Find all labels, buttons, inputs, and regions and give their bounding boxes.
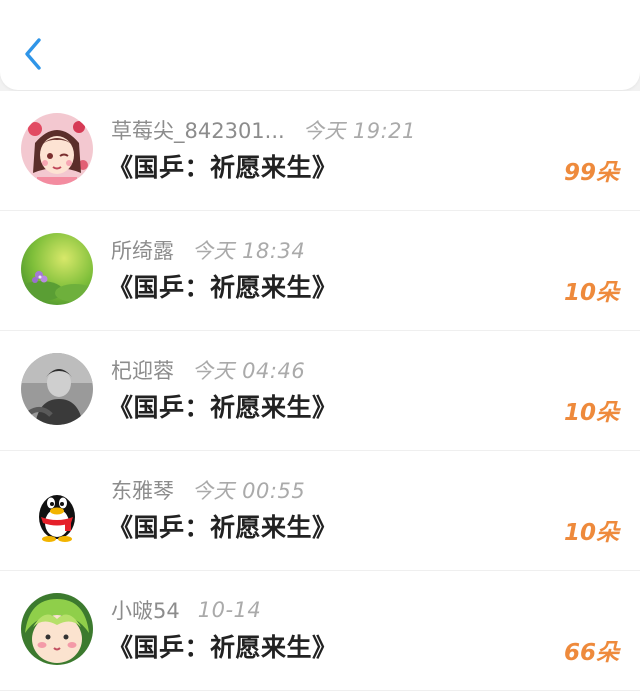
person-photo-avatar[interactable]: [21, 353, 93, 425]
list-item[interactable]: 杞迎蓉 今天 04:46 《国乒：祈愿来生》 10朵: [0, 331, 640, 451]
record-meta: 杞迎蓉 今天 04:46: [111, 356, 305, 384]
flower-amount: 10朵: [563, 520, 619, 546]
timestamp: 10-14: [197, 598, 262, 622]
back-button[interactable]: [14, 32, 54, 76]
list-item[interactable]: 东雅琴 今天 00:55 《国乒：祈愿来生》 10朵: [0, 451, 640, 571]
work-title[interactable]: 《国乒：祈愿来生》: [108, 628, 338, 664]
top-bar: [0, 0, 640, 90]
timestamp: 今天 04:46: [192, 359, 306, 383]
flower-amount: 10朵: [563, 400, 619, 426]
user-name[interactable]: 所绮露: [111, 235, 174, 265]
timestamp: 今天 00:55: [192, 479, 306, 503]
timestamp: 今天 19:21: [302, 119, 416, 143]
user-name[interactable]: 小啵54: [111, 595, 180, 625]
work-title[interactable]: 《国乒：祈愿来生》: [108, 268, 338, 304]
flower-amount: 99朵: [563, 160, 619, 186]
qq-penguin-avatar[interactable]: [21, 473, 93, 545]
list-item[interactable]: 草莓尖_842301... 今天 19:21 《国乒：祈愿来生》 99朵: [0, 91, 640, 211]
record-meta: 草莓尖_842301... 今天 19:21: [111, 116, 416, 144]
flower-amount: 66朵: [563, 640, 619, 666]
work-title[interactable]: 《国乒：祈愿来生》: [108, 508, 338, 544]
list-item[interactable]: 所绮露 今天 18:34 《国乒：祈愿来生》 10朵: [0, 211, 640, 331]
anime-girl-avatar[interactable]: [21, 113, 93, 185]
user-name[interactable]: 东雅琴: [111, 475, 174, 505]
timestamp: 今天 18:34: [192, 239, 306, 263]
gift-record-list: 草莓尖_842301... 今天 19:21 《国乒：祈愿来生》 99朵 所绮露…: [0, 91, 640, 691]
flower-amount: 10朵: [563, 280, 619, 306]
work-title[interactable]: 《国乒：祈愿来生》: [108, 388, 338, 424]
cartoon-face-avatar[interactable]: [21, 593, 93, 665]
record-meta: 东雅琴 今天 00:55: [111, 476, 305, 504]
user-name[interactable]: 杞迎蓉: [111, 355, 174, 385]
work-title[interactable]: 《国乒：祈愿来生》: [108, 148, 338, 184]
list-item[interactable]: 小啵54 10-14 《国乒：祈愿来生》 66朵: [0, 571, 640, 691]
user-name[interactable]: 草莓尖_842301...: [111, 115, 285, 145]
record-meta: 所绮露 今天 18:34: [111, 236, 305, 264]
chevron-left-icon: [25, 38, 41, 70]
record-meta: 小啵54 10-14: [111, 596, 261, 624]
green-flower-avatar[interactable]: [21, 233, 93, 305]
